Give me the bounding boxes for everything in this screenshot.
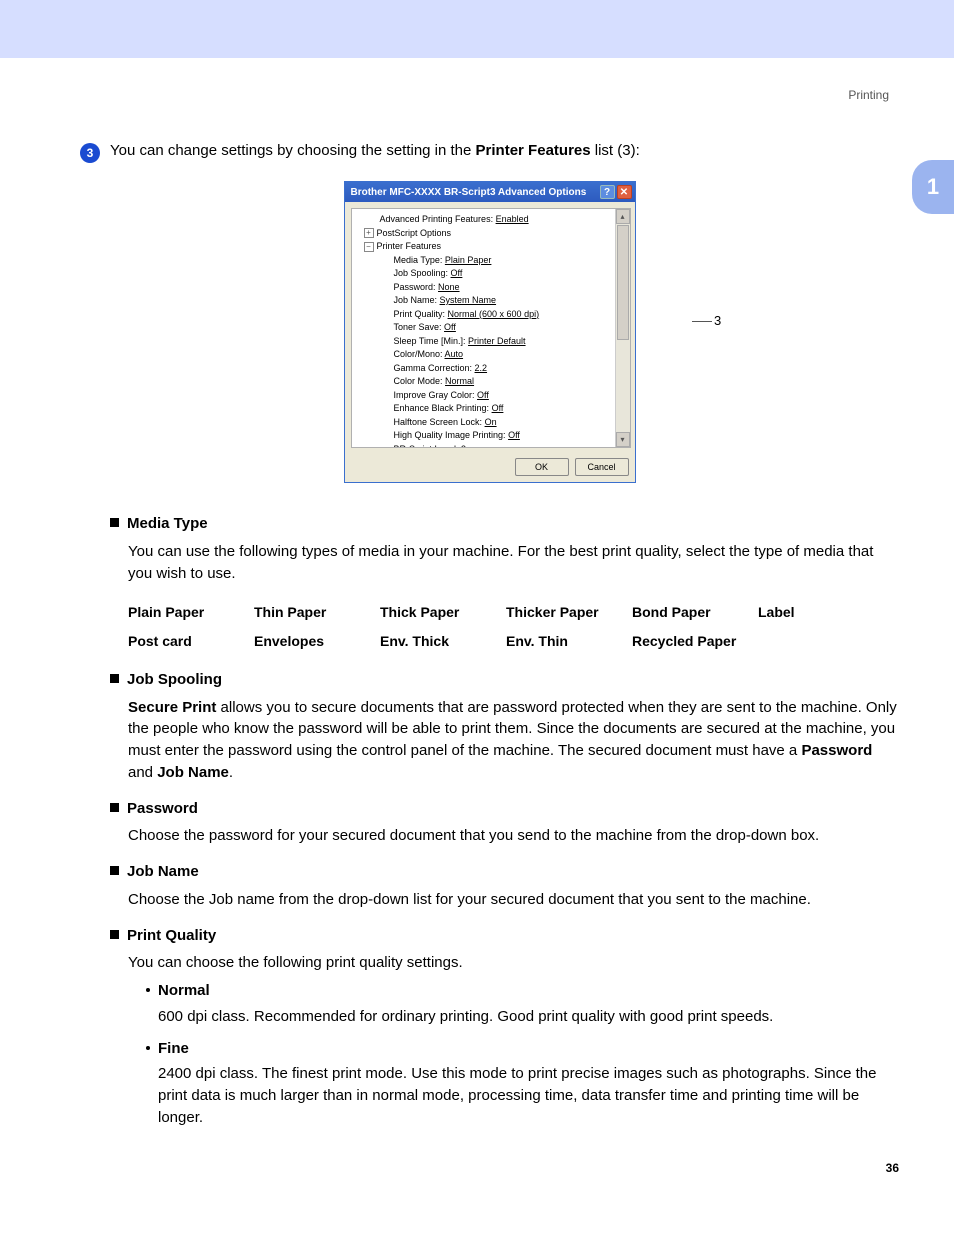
feature-row[interactable]: Color/Mono: Auto — [380, 348, 630, 362]
media-cell: Label — [758, 598, 884, 626]
section-media-type: Media Type You can use the following typ… — [128, 513, 899, 655]
media-cell: Env. Thick — [380, 627, 506, 655]
pq-normal-desc: 600 dpi class. Recommended for ordinary … — [158, 1006, 899, 1028]
job-spooling-body: Secure Print allows you to secure docume… — [128, 697, 899, 784]
media-cell — [758, 627, 884, 655]
pf-label: Printer Features — [377, 241, 442, 251]
scrollbar[interactable]: ▴ ▾ — [615, 209, 630, 447]
header-label: Printing — [80, 88, 899, 102]
dot-icon — [146, 1046, 150, 1050]
js-t3: . — [229, 764, 233, 781]
section-job-spooling: Job Spooling Secure Print allows you to … — [128, 669, 899, 784]
callout-3: 3 — [714, 313, 721, 328]
step-badge: 3 — [80, 143, 100, 163]
feature-row[interactable]: Enhance Black Printing: Off — [380, 402, 630, 416]
pq-fine-desc: 2400 dpi class. The finest print mode. U… — [158, 1063, 899, 1128]
advanced-options-dialog: Brother MFC-XXXX BR-Script3 Advanced Opt… — [344, 181, 636, 483]
dialog-titlebar: Brother MFC-XXXX BR-Script3 Advanced Opt… — [345, 182, 635, 202]
feature-row[interactable]: Halftone Screen Lock: On — [380, 416, 630, 430]
scroll-down-icon[interactable]: ▾ — [616, 432, 630, 447]
js-b3: Job Name — [157, 764, 229, 781]
secure-print-bold: Secure Print — [128, 699, 216, 716]
feature-row[interactable]: Improve Gray Color: Off — [380, 389, 630, 403]
password-body: Choose the password for your secured doc… — [128, 825, 899, 847]
expand-icon[interactable]: + — [364, 228, 374, 238]
step-text: You can change settings by choosing the … — [110, 142, 640, 159]
pq-fine: Fine 2400 dpi class. The finest print mo… — [146, 1038, 899, 1129]
job-spooling-title: Job Spooling — [127, 669, 222, 691]
scroll-thumb[interactable] — [617, 225, 629, 340]
scroll-up-icon[interactable]: ▴ — [616, 209, 630, 224]
feature-row[interactable]: Color Mode: Normal — [380, 375, 630, 389]
step-3: 3 You can change settings by choosing th… — [80, 142, 899, 163]
top-band — [0, 0, 954, 58]
apf-value: Enabled — [496, 214, 529, 224]
page-number: 36 — [886, 1161, 899, 1175]
step-after: list (3): — [591, 142, 640, 159]
page-content: Printing 3 You can change settings by ch… — [0, 58, 954, 1129]
feature-row[interactable]: Password: None — [380, 281, 630, 295]
dialog-body: Advanced Printing Features: Enabled +Pos… — [351, 208, 631, 448]
ps-label: PostScript Options — [377, 228, 452, 238]
media-cell: Env. Thin — [506, 627, 632, 655]
feature-row[interactable]: Job Spooling: Off — [380, 267, 630, 281]
feature-row[interactable]: Sleep Time [Min.]: Printer Default — [380, 335, 630, 349]
js-t1: allows you to secure documents that are … — [128, 699, 897, 760]
feature-row[interactable]: Gamma Correction: 2.2 — [380, 362, 630, 376]
media-cell: Bond Paper — [632, 598, 758, 626]
dot-icon — [146, 988, 150, 992]
apf-label: Advanced Printing Features: — [380, 214, 496, 224]
option-tree: Advanced Printing Features: Enabled +Pos… — [352, 209, 630, 448]
media-table: Plain PaperThin PaperThick PaperThicker … — [128, 598, 899, 655]
step-bold: Printer Features — [476, 142, 591, 159]
feature-row[interactable]: Print Quality: Normal (600 x 600 dpi) — [380, 308, 630, 322]
bullet-icon — [110, 930, 119, 939]
pq-title: Print Quality — [127, 925, 216, 947]
jobname-body: Choose the Job name from the drop-down l… — [128, 889, 899, 911]
callout-line — [692, 321, 712, 322]
help-button[interactable]: ? — [600, 185, 615, 199]
bullet-icon — [110, 803, 119, 812]
pq-intro: You can choose the following print quali… — [128, 952, 899, 974]
section-job-name: Job Name Choose the Job name from the dr… — [128, 861, 899, 911]
feature-row[interactable]: High Quality Image Printing: Off — [380, 429, 630, 443]
chapter-tab[interactable]: 1 — [912, 160, 954, 214]
js-b2: Password — [801, 742, 872, 759]
media-cell: Plain Paper — [128, 598, 254, 626]
media-cell: Thin Paper — [254, 598, 380, 626]
media-cell: Recycled Paper — [632, 627, 758, 655]
section-password: Password Choose the password for your se… — [128, 798, 899, 848]
jobname-title: Job Name — [127, 861, 199, 883]
cancel-button[interactable]: Cancel — [575, 458, 629, 476]
pq-normal-title: Normal — [158, 980, 210, 1002]
media-cell: Post card — [128, 627, 254, 655]
password-title: Password — [127, 798, 198, 820]
media-type-body: You can use the following types of media… — [128, 541, 899, 585]
collapse-icon[interactable]: − — [364, 242, 374, 252]
section-print-quality: Print Quality You can choose the followi… — [128, 925, 899, 1129]
close-button[interactable]: ✕ — [617, 185, 632, 199]
media-cell: Thick Paper — [380, 598, 506, 626]
ok-button[interactable]: OK — [515, 458, 569, 476]
pq-normal: Normal 600 dpi class. Recommended for or… — [146, 980, 899, 1028]
media-cell: Thicker Paper — [506, 598, 632, 626]
js-t2: and — [128, 764, 157, 781]
step-before: You can change settings by choosing the … — [110, 142, 476, 159]
feature-row[interactable]: Job Name: System Name — [380, 294, 630, 308]
feature-row[interactable]: Media Type: Plain Paper — [380, 254, 630, 268]
dialog-wrap: Brother MFC-XXXX BR-Script3 Advanced Opt… — [80, 181, 899, 483]
media-cell: Envelopes — [254, 627, 380, 655]
printer-features[interactable]: −Printer Features — [364, 240, 630, 254]
bullet-icon — [110, 518, 119, 527]
pq-fine-title: Fine — [158, 1038, 189, 1060]
feature-row[interactable]: BR-Script Level: 3 — [380, 443, 630, 449]
ps-options[interactable]: +PostScript Options — [364, 227, 630, 241]
apf-row[interactable]: Advanced Printing Features: Enabled — [380, 213, 630, 227]
feature-row[interactable]: Toner Save: Off — [380, 321, 630, 335]
media-type-title: Media Type — [127, 513, 208, 535]
bullet-icon — [110, 674, 119, 683]
bullet-icon — [110, 866, 119, 875]
dialog-title: Brother MFC-XXXX BR-Script3 Advanced Opt… — [351, 187, 587, 198]
